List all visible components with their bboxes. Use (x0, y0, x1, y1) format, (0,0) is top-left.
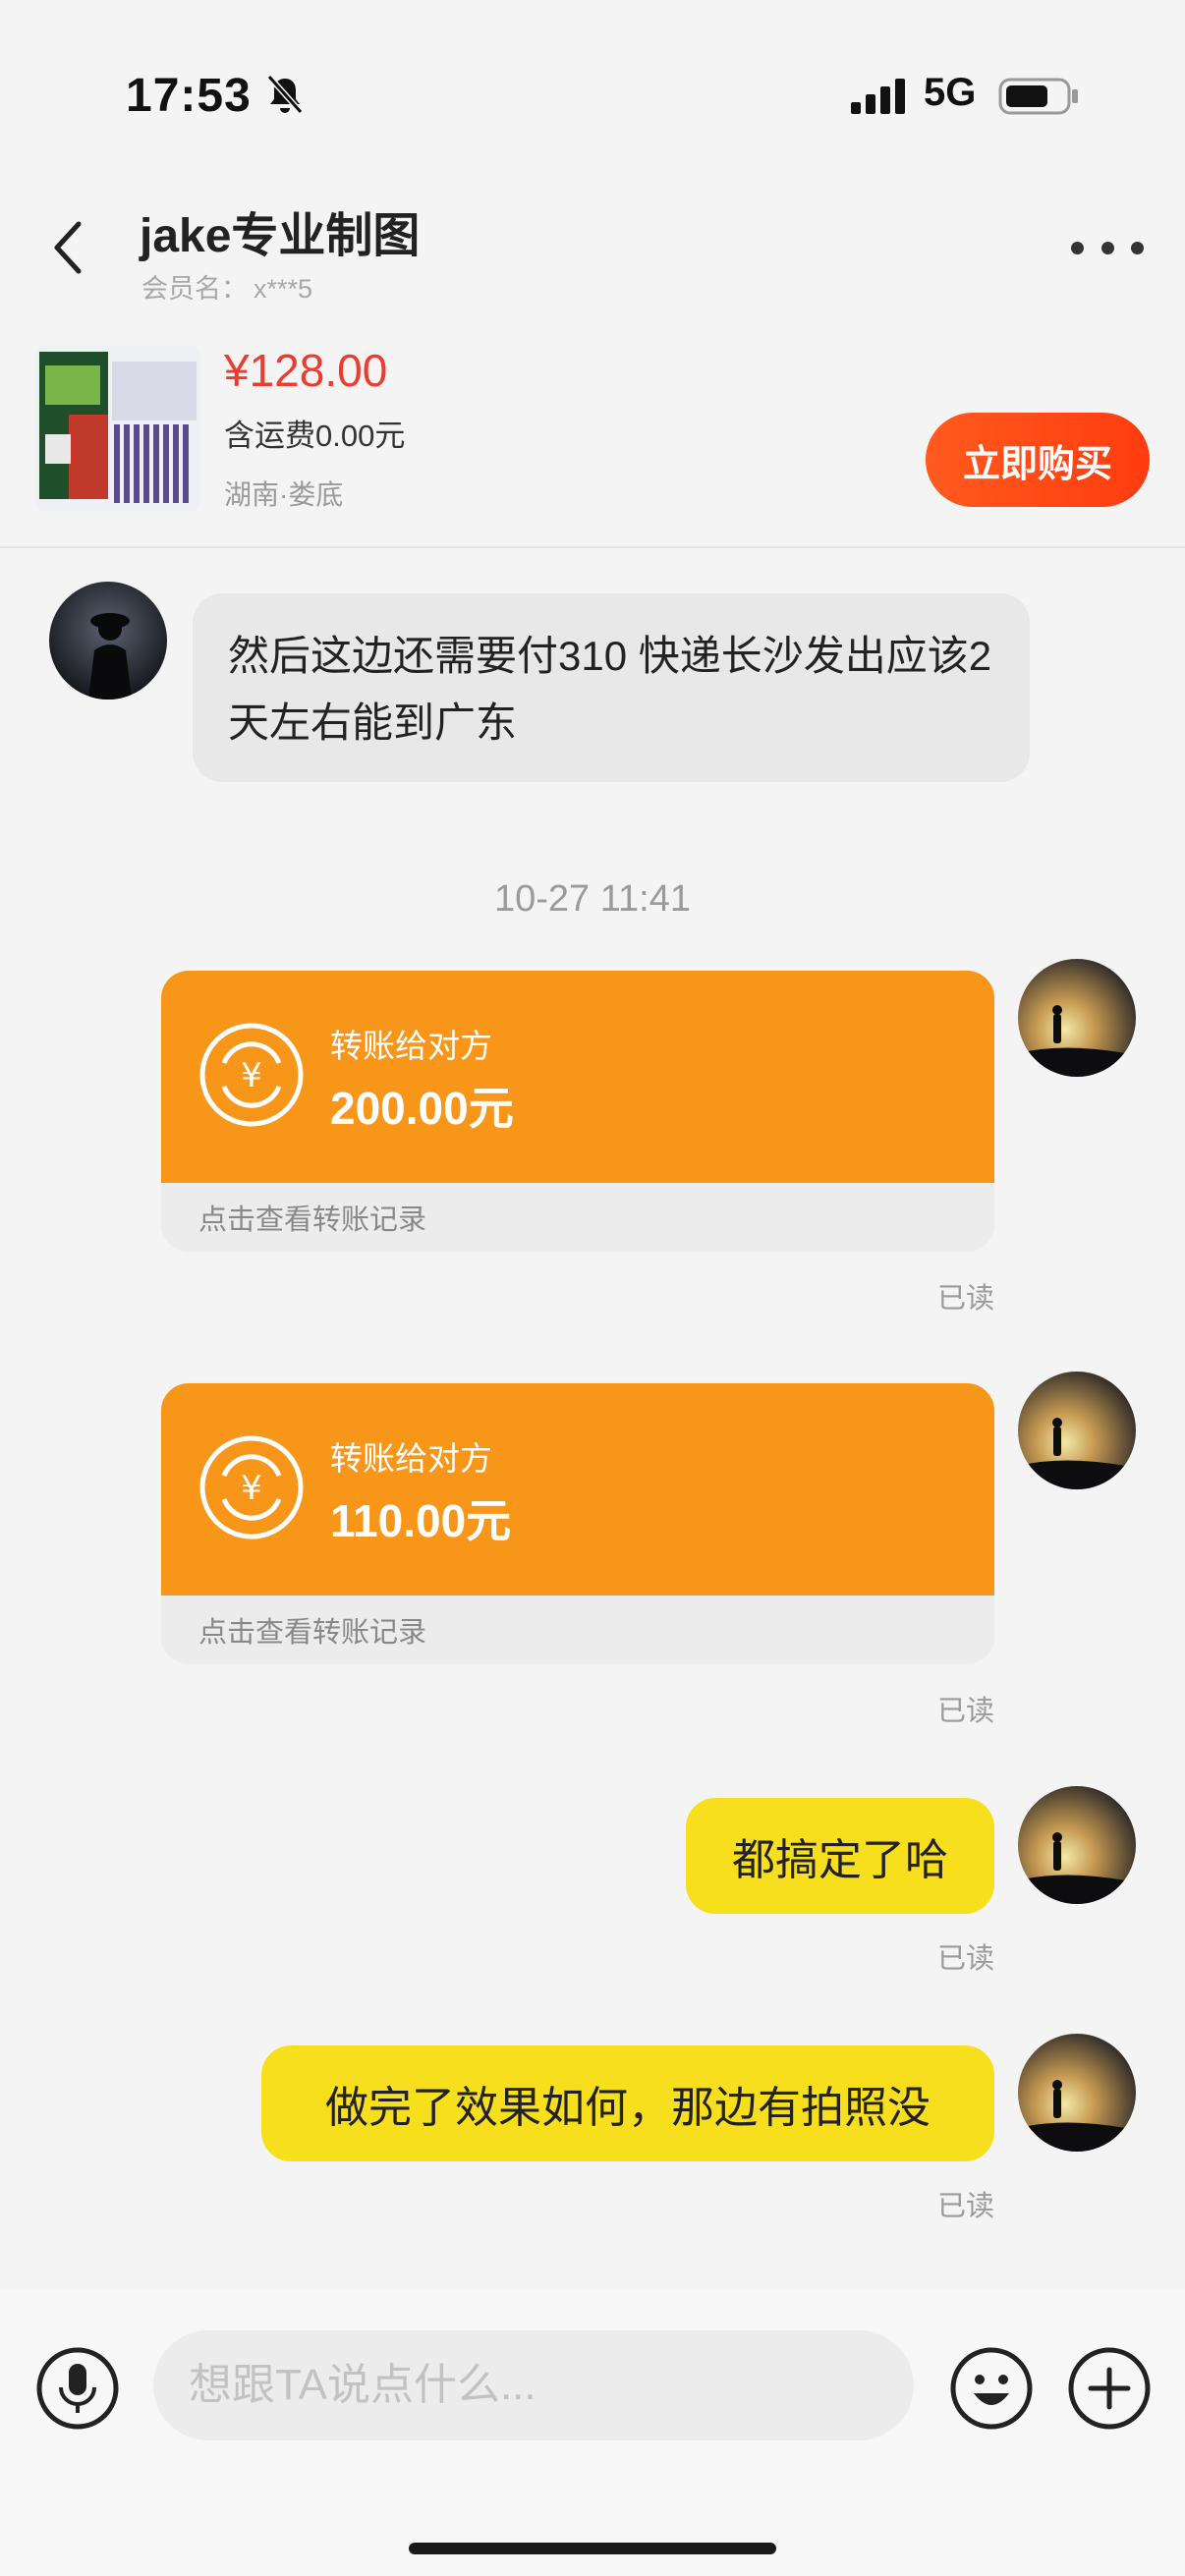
back-chevron-icon[interactable] (49, 218, 88, 277)
read-receipt: 已读 (936, 1283, 994, 1315)
outgoing-message[interactable]: 都搞定了哈 (686, 1798, 994, 1914)
network-type: 5G (924, 71, 977, 114)
chat-title: jake专业制图 (140, 210, 421, 262)
user-avatar[interactable] (1018, 959, 1136, 1077)
bell-muted-icon (266, 75, 304, 114)
user-avatar[interactable] (1018, 1786, 1136, 1904)
plus-icon[interactable] (1067, 2346, 1152, 2431)
incoming-message[interactable]: 然后这边还需要付310 快递长沙发出应该2天左右能到广东 (193, 593, 1030, 782)
yuan-transfer-icon: ¥ (199, 1435, 304, 1540)
message-input[interactable] (153, 2330, 914, 2440)
signal-icon (851, 79, 905, 114)
home-indicator (409, 2543, 776, 2554)
transfer-card[interactable]: ¥ 转账给对方 200.00元 点击查看转账记录 (161, 971, 994, 1252)
header-divider (0, 546, 1185, 548)
transfer-amount: 110.00元 (330, 1495, 512, 1546)
emoji-icon[interactable] (949, 2346, 1034, 2431)
more-dots-icon[interactable] (1071, 228, 1144, 267)
battery-icon (998, 78, 1078, 115)
transfer-card[interactable]: ¥ 转账给对方 110.00元 点击查看转账记录 (161, 1383, 994, 1664)
outgoing-message[interactable]: 做完了效果如何，那边有拍照没 (261, 2045, 994, 2161)
yuan-transfer-icon: ¥ (199, 1023, 304, 1127)
svg-text:¥: ¥ (241, 1056, 262, 1095)
user-avatar[interactable] (1018, 1372, 1136, 1489)
member-label: 会员名： (141, 274, 248, 304)
message-timestamp: 10-27 11:41 (493, 878, 692, 920)
member-name: 会员名： x***5 (141, 267, 312, 306)
product-price: ¥128.00 (224, 345, 388, 396)
read-receipt: 已读 (936, 1696, 994, 1727)
transfer-record-link[interactable]: 点击查看转账记录 (198, 1197, 426, 1238)
read-receipt: 已读 (936, 2191, 994, 2222)
transfer-label: 转账给对方 (330, 1028, 492, 1064)
product-location: 湖南·娄底 (224, 479, 344, 510)
read-receipt: 已读 (936, 1943, 994, 1975)
product-thumbnail[interactable] (35, 346, 200, 511)
member-value: x***5 (254, 274, 313, 304)
buy-now-button[interactable]: 立即购买 (926, 413, 1150, 507)
microphone-icon[interactable] (35, 2346, 120, 2431)
status-time: 17:53 (126, 70, 252, 122)
transfer-record-link[interactable]: 点击查看转账记录 (198, 1609, 426, 1651)
transfer-amount: 200.00元 (330, 1083, 514, 1134)
transfer-label: 转账给对方 (330, 1440, 492, 1477)
user-avatar[interactable] (1018, 2034, 1136, 2152)
status-bar: 17:53 5G (0, 0, 1185, 187)
svg-text:¥: ¥ (241, 1469, 262, 1508)
seller-avatar[interactable] (49, 582, 167, 700)
product-shipping: 含运费0.00元 (224, 419, 406, 453)
